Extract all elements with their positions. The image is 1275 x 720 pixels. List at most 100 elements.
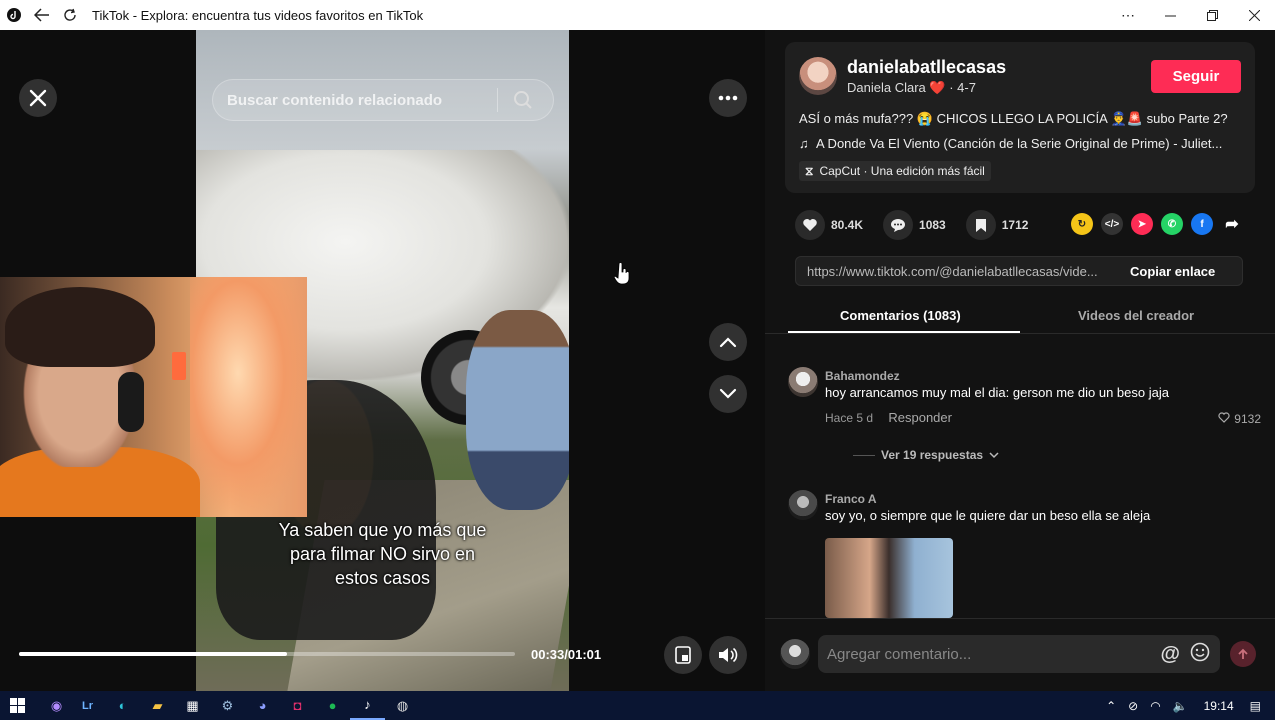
comment-list[interactable]: Bahamondez hoy arrancamos muy mal el dia…	[765, 335, 1275, 618]
notifications-icon[interactable]: ▤	[1250, 699, 1261, 713]
commenter-avatar[interactable]	[788, 490, 818, 520]
file-explorer-icon[interactable]: ▰	[140, 691, 175, 720]
post-info-card: danielabatllecasas Daniela Clara ❤️ · 4-…	[785, 42, 1255, 193]
spotify-icon[interactable]: ●	[315, 691, 350, 720]
capcut-badge[interactable]: ⧖ CapCut · Una edición más fácil	[799, 161, 991, 181]
tiktok-logo-icon	[0, 0, 28, 30]
active-tab-indicator	[788, 331, 1020, 333]
close-window-icon[interactable]	[1233, 0, 1275, 30]
tab-comments[interactable]: Comentarios (1083)	[840, 308, 961, 323]
obs-icon[interactable]: ◍	[385, 691, 420, 720]
more-options-icon[interactable]: ⋯	[1107, 0, 1149, 30]
video-time: 00:33/01:01	[531, 647, 602, 662]
instagram-icon[interactable]: ◘	[280, 691, 315, 720]
picture-in-picture-button[interactable]	[664, 636, 702, 674]
share-arrow-icon[interactable]: ➦	[1221, 213, 1243, 235]
comment-text: soy yo, o siempre que le quiere dar un b…	[825, 508, 1151, 523]
heart-emoji: ❤️	[929, 80, 946, 95]
comment-meta: Hace 5 d Responder	[825, 410, 964, 425]
view-replies-button[interactable]: Ver 19 respuestas	[853, 448, 999, 462]
windows-start-icon[interactable]	[0, 691, 35, 720]
music-note-icon: ♫	[799, 136, 816, 151]
like-count: 80.4K	[831, 218, 864, 232]
embed-icon[interactable]: </>	[1101, 213, 1123, 235]
minimize-icon[interactable]	[1149, 0, 1191, 30]
creator-nickname-row: Daniela Clara ❤️ · 4-7	[847, 80, 976, 96]
like-action[interactable]: 80.4K	[795, 210, 863, 240]
emoji-icon[interactable]	[1190, 642, 1210, 667]
creator-username[interactable]: danielabatllecasas	[847, 57, 1006, 78]
send-comment-button[interactable]	[1230, 641, 1256, 667]
save-action[interactable]: 1712	[965, 210, 1029, 240]
lightroom-icon[interactable]: Lr	[70, 691, 105, 720]
more-options-button[interactable]	[709, 79, 747, 117]
comment-count: 1083	[919, 218, 946, 232]
network-off-icon[interactable]: ⊘	[1128, 699, 1138, 713]
send-to-friends-icon[interactable]: ➤	[1131, 213, 1153, 235]
video-progress-bar[interactable]	[19, 652, 515, 656]
comment-input[interactable]	[827, 645, 1147, 663]
video-caption: Ya saben que yo más que para filmar NO s…	[250, 518, 515, 590]
comment-image[interactable]	[825, 538, 953, 618]
store-icon[interactable]: ▦	[175, 691, 210, 720]
search-icon[interactable]	[498, 90, 548, 110]
share-url[interactable]: https://www.tiktok.com/@danielabatllecas…	[807, 264, 1112, 279]
app-icon-purple[interactable]: ◉	[35, 691, 70, 720]
caption-line: Ya saben que yo más que	[278, 520, 487, 540]
heart-icon[interactable]	[795, 210, 825, 240]
capcut-icon: ⧖	[805, 163, 814, 178]
video-player[interactable]: Ya saben que yo más que para filmar NO s…	[0, 30, 765, 691]
wifi-icon[interactable]: ◠	[1150, 699, 1160, 713]
bookmark-icon[interactable]	[965, 210, 996, 240]
commenter-avatar[interactable]	[788, 367, 818, 397]
chevron-up-icon[interactable]: ⌃	[1106, 699, 1116, 713]
post-date: · 4-7	[949, 80, 976, 95]
facebook-icon[interactable]: f	[1191, 213, 1213, 235]
commenter-name[interactable]: Franco A	[825, 492, 877, 506]
clock[interactable]: 19:14	[1204, 699, 1234, 713]
comment-action[interactable]: 1083	[883, 210, 946, 240]
post-description: ASÍ o más mufa??? 😭 CHICOS LLEGO LA POLI…	[799, 111, 1228, 126]
back-arrow-icon[interactable]	[28, 0, 56, 30]
restore-icon[interactable]	[1191, 0, 1233, 30]
chevron-down-icon	[989, 448, 999, 462]
discord-icon[interactable]: ◕	[245, 691, 280, 720]
mention-icon[interactable]: @	[1160, 643, 1180, 666]
webcam-overlay	[0, 277, 307, 517]
video-progress-fill	[19, 652, 287, 656]
heart-outline-icon[interactable]	[1218, 412, 1230, 426]
copy-link-button[interactable]: Copiar enlace	[1130, 264, 1215, 279]
user-avatar	[780, 639, 810, 669]
next-video-button[interactable]	[709, 375, 747, 413]
whatsapp-icon[interactable]: ✆	[1161, 213, 1183, 235]
add-comment-bar: @	[765, 618, 1275, 691]
repost-icon[interactable]: ↻	[1071, 213, 1093, 235]
comment-like[interactable]: 9132	[1218, 412, 1261, 426]
follow-button[interactable]: Seguir	[1151, 60, 1241, 93]
share-link-box: https://www.tiktok.com/@danielabatllecas…	[795, 256, 1243, 286]
previous-video-button[interactable]	[709, 323, 747, 361]
post-music[interactable]: ♫ A Donde Va El Viento (Canción de la Se…	[799, 136, 1244, 151]
steam-icon[interactable]: ⚙	[210, 691, 245, 720]
creator-nickname: Daniela Clara	[847, 80, 926, 95]
tiktok-taskbar-icon[interactable]: ♪	[350, 691, 385, 720]
related-search-bar[interactable]	[212, 79, 554, 121]
capcut-label: CapCut · Una edición más fácil	[819, 164, 985, 178]
close-video-button[interactable]	[19, 79, 57, 117]
commenter-name[interactable]: Bahamondez	[825, 369, 900, 383]
save-count: 1712	[1001, 218, 1029, 232]
volume-button[interactable]	[709, 636, 747, 674]
caption-line: para filmar NO sirvo en	[289, 544, 476, 564]
comment-icon[interactable]	[883, 210, 914, 240]
speaker-icon[interactable]: 🔈	[1173, 699, 1188, 713]
related-search-input[interactable]	[227, 91, 497, 109]
comment-input-wrapper[interactable]: @	[818, 635, 1220, 673]
edge-icon[interactable]: ◐	[105, 691, 140, 720]
music-title: A Donde Va El Viento (Canción de la Seri…	[815, 136, 1223, 151]
reply-button[interactable]: Responder	[888, 410, 952, 425]
reload-icon[interactable]	[56, 0, 84, 30]
tab-creator-videos[interactable]: Videos del creador	[1078, 308, 1194, 323]
creator-avatar[interactable]	[799, 57, 837, 95]
view-replies-label: Ver 19 respuestas	[881, 448, 984, 462]
comment-like-count: 9132	[1234, 412, 1261, 426]
